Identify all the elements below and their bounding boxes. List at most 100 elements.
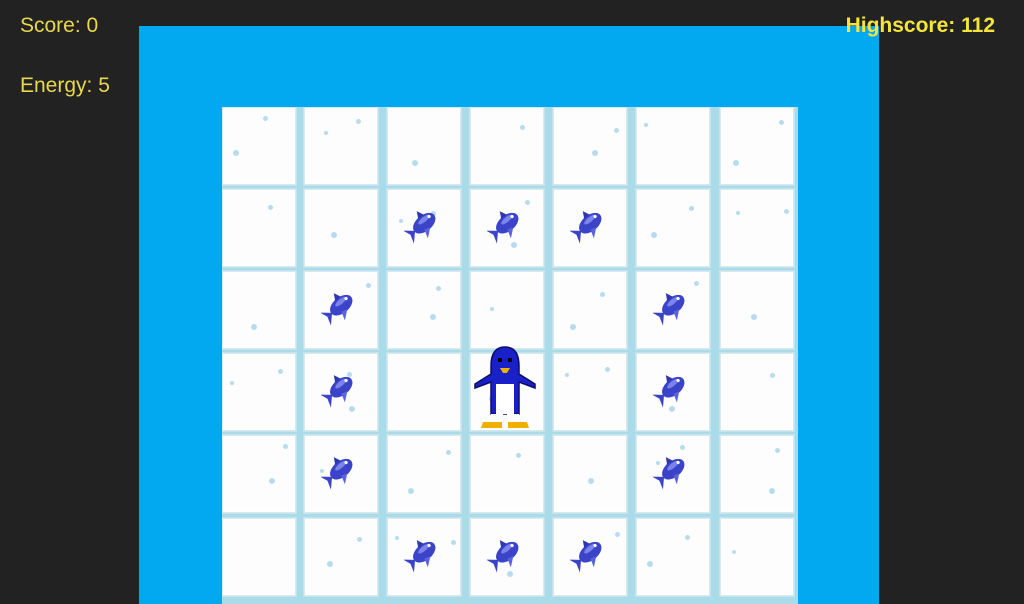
ice-speck: [357, 537, 362, 542]
ice-tile[interactable]: [636, 271, 710, 349]
ice-speck: [278, 369, 283, 374]
fish-icon: [321, 375, 353, 408]
ice-tile[interactable]: [304, 271, 378, 349]
ice-speck: [588, 478, 594, 484]
ice-tile[interactable]: [553, 518, 627, 596]
ice-speck: [570, 324, 576, 330]
ice-speck: [430, 314, 436, 320]
ice-speck: [605, 367, 610, 372]
ice-speck: [769, 488, 775, 494]
ice-tile[interactable]: [720, 435, 794, 513]
ice-tile[interactable]: [636, 353, 710, 431]
ice-tile[interactable]: [720, 353, 794, 431]
fish-icon: [321, 293, 353, 326]
ice-tile[interactable]: [720, 518, 794, 596]
ice-tile[interactable]: [470, 518, 544, 596]
ice-speck: [395, 536, 399, 540]
ice-speck: [520, 125, 525, 130]
ice-speck: [600, 292, 605, 297]
fish-icon: [487, 540, 519, 573]
ice-tile[interactable]: [720, 189, 794, 267]
ice-tile[interactable]: [636, 435, 710, 513]
ice-tile[interactable]: [304, 353, 378, 431]
ice-speck: [399, 219, 403, 223]
fish-icon: [653, 293, 685, 326]
ice-speck: [490, 307, 494, 311]
ice-speck: [565, 373, 569, 377]
ice-speck: [327, 561, 333, 567]
ice-speck: [770, 373, 775, 378]
ice-tile[interactable]: [222, 107, 296, 185]
ice-tile[interactable]: [304, 189, 378, 267]
ice-tile[interactable]: [720, 271, 794, 349]
ice-speck: [268, 205, 273, 210]
ice-speck: [366, 283, 371, 288]
ice-tile[interactable]: [222, 189, 296, 267]
fish-icon: [653, 457, 685, 490]
ice-tile[interactable]: [304, 518, 378, 596]
ice-speck: [233, 150, 239, 156]
fish-icon: [404, 540, 436, 573]
ice-tile[interactable]: [222, 353, 296, 431]
ice-tile[interactable]: [553, 353, 627, 431]
ice-speck: [784, 209, 789, 214]
ice-speck: [651, 232, 657, 238]
ice-tile[interactable]: [636, 518, 710, 596]
ice-tile[interactable]: [387, 189, 461, 267]
fish-icon: [404, 211, 436, 244]
ice-speck: [615, 532, 620, 537]
ice-speck: [436, 286, 441, 291]
ice-tile[interactable]: [222, 271, 296, 349]
fish-icon: [653, 375, 685, 408]
ice-tile[interactable]: [470, 189, 544, 267]
ice-speck: [451, 540, 456, 545]
ice-tile[interactable]: [387, 518, 461, 596]
ice-speck: [283, 444, 288, 449]
ice-speck: [230, 381, 234, 385]
ice-tile[interactable]: [636, 107, 710, 185]
ice-tile[interactable]: [470, 271, 544, 349]
ice-speck: [408, 488, 414, 494]
ice-tile[interactable]: [222, 435, 296, 513]
ice-speck: [779, 120, 784, 125]
ice-tile[interactable]: [720, 107, 794, 185]
ice-speck: [516, 453, 521, 458]
score-label: Score: 0: [20, 14, 99, 37]
ice-tile[interactable]: [387, 353, 461, 431]
ice-tile[interactable]: [553, 107, 627, 185]
ice-tile[interactable]: [222, 518, 296, 596]
ice-tile[interactable]: [304, 107, 378, 185]
ice-board: [222, 107, 798, 604]
ice-tile[interactable]: [553, 271, 627, 349]
ice-speck: [751, 314, 757, 320]
ice-speck: [685, 535, 690, 540]
ice-tile[interactable]: [304, 435, 378, 513]
ice-speck: [689, 206, 694, 211]
ice-tile[interactable]: [470, 107, 544, 185]
ice-speck: [736, 211, 740, 215]
ice-tile[interactable]: [636, 189, 710, 267]
ice-speck: [732, 550, 736, 554]
ice-tile[interactable]: [553, 189, 627, 267]
ice-speck: [446, 450, 451, 455]
fish-icon: [570, 211, 602, 244]
ice-speck: [263, 116, 268, 121]
ice-speck: [592, 150, 598, 156]
fish-icon: [321, 457, 353, 490]
ice-tile[interactable]: [387, 271, 461, 349]
ice-tile[interactable]: [387, 435, 461, 513]
ice-speck: [251, 324, 257, 330]
ice-speck: [733, 160, 739, 166]
ice-tile[interactable]: [553, 435, 627, 513]
highscore-label: Highscore: 112: [845, 14, 995, 37]
ice-tile[interactable]: [387, 107, 461, 185]
ice-speck: [356, 119, 361, 124]
ice-speck: [775, 448, 780, 453]
ice-speck: [647, 561, 653, 567]
penguin-icon: [474, 346, 536, 428]
ice-tile[interactable]: [470, 435, 544, 513]
ice-speck: [644, 123, 648, 127]
fish-icon: [570, 540, 602, 573]
ice-speck: [614, 128, 619, 133]
ice-speck: [694, 281, 699, 286]
